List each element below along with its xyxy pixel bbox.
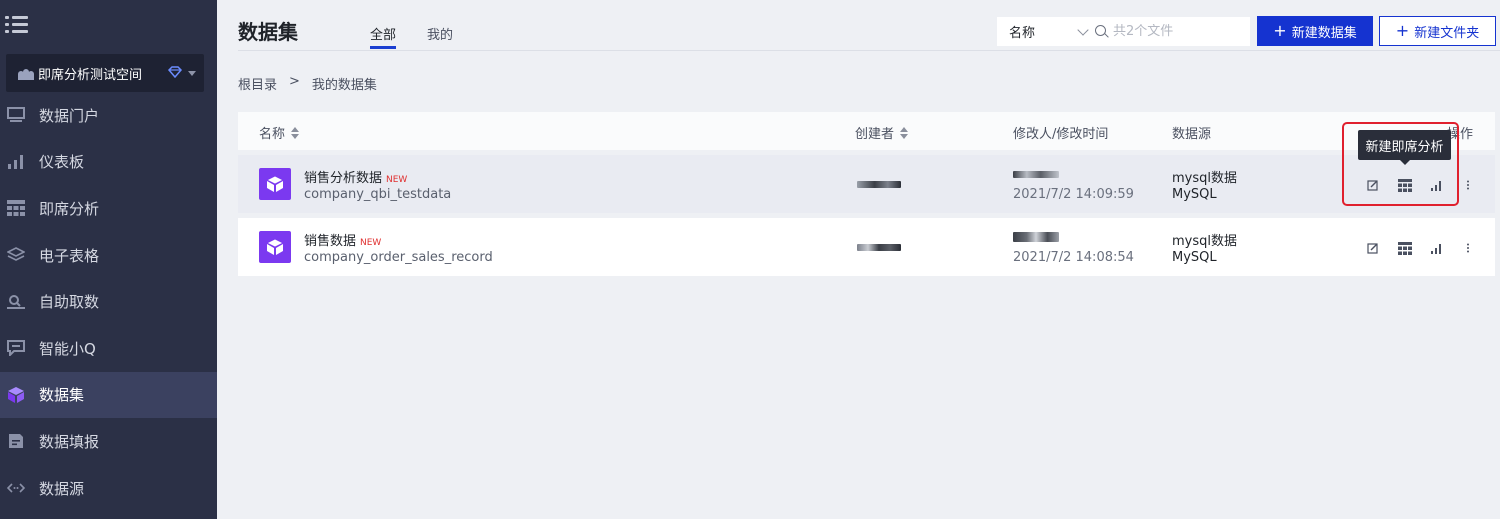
sidebar-item-data-source[interactable]: 数据源 (0, 465, 217, 512)
plus-icon: + (1395, 21, 1410, 40)
sidebar-item-label: 即席分析 (39, 199, 100, 218)
sidebar: 即席分析测试空间 数据门户 仪表板 即席分析 电子表格 自助取数 智能小Q 数据… (0, 0, 217, 519)
new-badge: NEW (360, 238, 382, 248)
sidebar-item-adhoc-analysis[interactable]: 即席分析 (0, 185, 217, 232)
dataset-name[interactable]: 销售分析数据 NEW (304, 167, 407, 186)
dataset-name-text: 销售分析数据 (304, 171, 383, 186)
monitor-icon (6, 106, 26, 124)
column-creator-label: 创建者 (855, 127, 895, 142)
bar-chart-icon (6, 153, 26, 171)
workspace-name: 即席分析测试空间 (38, 67, 143, 83)
new-dataset-label: 新建数据集 (1291, 25, 1357, 41)
column-modified-label: 修改人/修改时间 (1013, 127, 1109, 142)
dataset-name[interactable]: 销售数据 NEW (304, 230, 381, 249)
dataset-name-text: 销售数据 (304, 234, 357, 249)
sidebar-item-label: 自助取数 (39, 293, 100, 312)
sidebar-item-label: 数据填报 (39, 432, 100, 451)
code-icon (6, 479, 26, 497)
breadcrumb: 根目录 > 我的数据集 (238, 74, 377, 93)
source-type: MySQL (1172, 250, 1217, 265)
sidebar-item-smart-q[interactable]: 智能小Q (0, 325, 217, 372)
column-source-label: 数据源 (1172, 127, 1212, 142)
chevron-down-icon (188, 71, 196, 76)
modifier-blurred (1013, 171, 1059, 178)
sort-icon[interactable] (291, 126, 300, 139)
source-type: MySQL (1172, 187, 1217, 202)
column-name-label: 名称 (259, 127, 286, 142)
column-modified: 修改人/修改时间 (1013, 123, 1108, 142)
sidebar-item-data-entry[interactable]: 数据填报 (0, 418, 217, 465)
breadcrumb-root[interactable]: 根目录 (238, 74, 277, 93)
header-divider (238, 50, 1500, 51)
chevron-down-icon (1077, 24, 1089, 36)
dataset-table-name: company_qbi_testdata (304, 187, 452, 202)
dataset-cube-icon (259, 231, 291, 263)
dataset-cube-icon (259, 168, 291, 200)
sidebar-item-spreadsheet[interactable]: 电子表格 (0, 232, 217, 279)
search-data-icon (6, 293, 26, 311)
breadcrumb-separator: > (289, 74, 300, 89)
sidebar-item-data-portal[interactable]: 数据门户 (0, 92, 217, 139)
filter-field-select[interactable]: 名称 (997, 17, 1095, 46)
column-creator[interactable]: 创建者 (855, 123, 909, 142)
team-icon (18, 66, 34, 80)
search-icon (1095, 24, 1109, 39)
sidebar-nav: 数据门户 仪表板 即席分析 电子表格 自助取数 智能小Q 数据集 数据填报 数据… (0, 92, 217, 511)
new-badge: NEW (386, 175, 408, 185)
creator-avatar-blurred (857, 244, 901, 251)
sort-icon[interactable] (900, 126, 909, 139)
sidebar-item-dashboard[interactable]: 仪表板 (0, 139, 217, 186)
sidebar-item-label: 数据集 (39, 386, 85, 405)
sidebar-item-label: 智能小Q (39, 339, 96, 358)
breadcrumb-current: 我的数据集 (311, 78, 377, 93)
dataset-table-name: company_order_sales_record (304, 250, 493, 265)
edit-icon[interactable] (1366, 241, 1380, 255)
filter-field-value: 名称 (1009, 26, 1036, 41)
column-source: 数据源 (1172, 123, 1211, 142)
column-name[interactable]: 名称 (259, 123, 300, 142)
active-tab-indicator (370, 46, 396, 49)
sidebar-item-label: 仪表板 (39, 153, 85, 172)
sidebar-item-label: 电子表格 (39, 246, 100, 265)
plus-icon: + (1273, 21, 1287, 40)
source-name: mysql数据 (1172, 234, 1237, 249)
tab-all[interactable]: 全部 (370, 24, 396, 43)
form-icon (6, 432, 26, 450)
menu-toggle-icon[interactable] (5, 14, 29, 36)
layers-icon (6, 246, 26, 264)
new-folder-button[interactable]: + 新建文件夹 (1379, 16, 1496, 46)
chat-icon (6, 339, 26, 357)
cube-icon (6, 386, 26, 404)
sidebar-item-self-service[interactable]: 自助取数 (0, 278, 217, 325)
new-dataset-button[interactable]: + 新建数据集 (1257, 16, 1373, 46)
table-row[interactable]: 销售数据 NEW company_order_sales_record 2021… (238, 218, 1495, 276)
sidebar-item-label: 数据门户 (39, 106, 100, 125)
workspace-selector[interactable]: 即席分析测试空间 (6, 54, 204, 92)
search-input[interactable] (1113, 24, 1243, 39)
more-icon[interactable] (1461, 241, 1475, 255)
table-row[interactable]: 销售分析数据 NEW company_qbi_testdata 2021/7/2… (238, 155, 1495, 213)
page-title: 数据集 (238, 20, 298, 44)
sidebar-item-datasets[interactable]: 数据集 (0, 371, 217, 419)
search-bar: 名称 (997, 17, 1250, 46)
tab-mine[interactable]: 我的 (427, 24, 453, 43)
bar-chart-icon[interactable] (1430, 241, 1444, 255)
highlight-box (1342, 122, 1459, 206)
more-icon[interactable] (1461, 178, 1475, 192)
sidebar-item-label: 数据源 (39, 479, 85, 498)
modifier-blurred (1013, 232, 1059, 242)
new-adhoc-analysis-icon[interactable] (1398, 241, 1412, 255)
new-folder-label: 新建文件夹 (1414, 25, 1480, 41)
source-name: mysql数据 (1172, 171, 1237, 186)
table-header: 名称 创建者 修改人/修改时间 数据源 操作 (238, 112, 1495, 150)
creator-avatar-blurred (857, 181, 901, 188)
table-grid-icon (6, 199, 26, 217)
modified-time: 2021/7/2 14:08:54 (1013, 250, 1134, 265)
modified-time: 2021/7/2 14:09:59 (1013, 187, 1134, 202)
diamond-icon (167, 66, 183, 78)
